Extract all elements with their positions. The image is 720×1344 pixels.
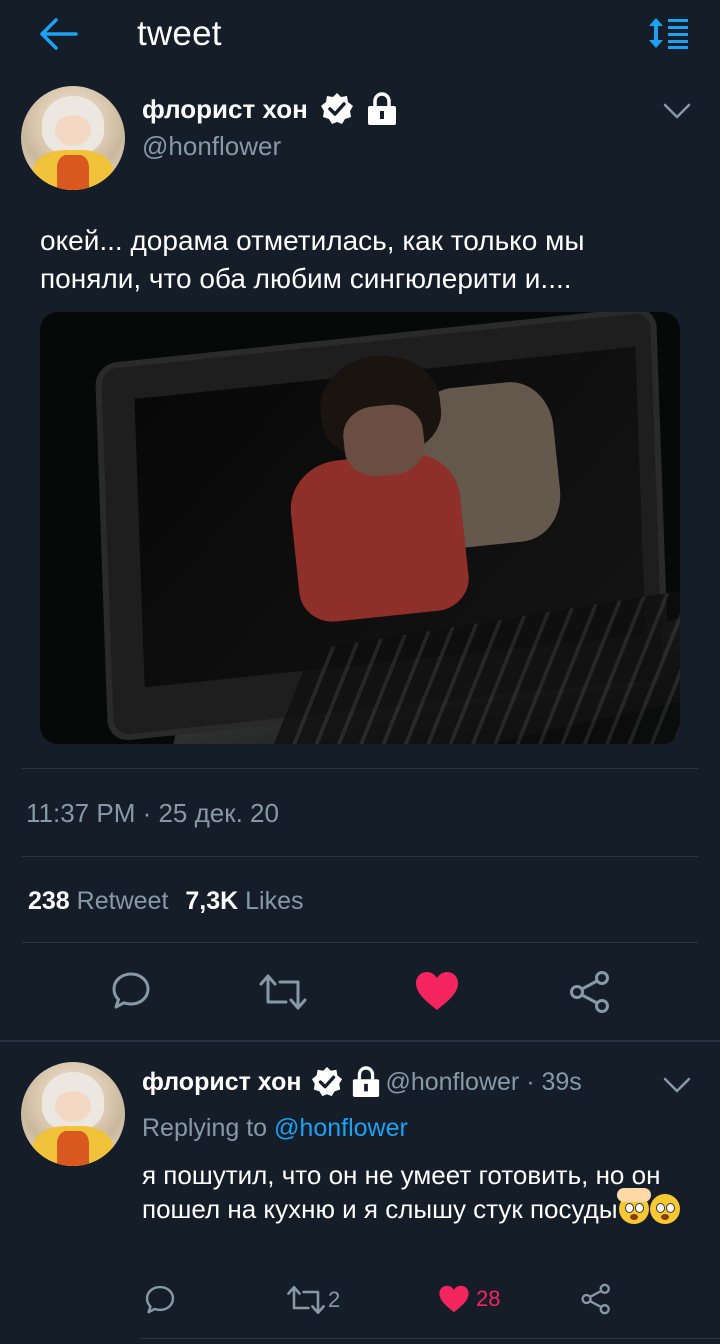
tweet-text: окей... дорама отметилась, как только мы… (40, 225, 585, 294)
replying-prefix: Replying to (142, 1114, 268, 1142)
reply-author-name[interactable]: флорист хон (142, 1066, 301, 1098)
share-icon[interactable] (568, 970, 612, 1014)
tweet-stats: 238 Retweet 7,3K Likes (28, 884, 303, 918)
reply-like-action[interactable]: 28 (438, 1284, 500, 1314)
divider (22, 856, 698, 857)
chevron-down-icon[interactable] (662, 100, 692, 122)
reply-author-row: флорист хон @honflower · 39s (142, 1066, 582, 1098)
tweet-media[interactable] (40, 312, 680, 744)
chevron-down-icon[interactable] (662, 1074, 692, 1096)
likes-label[interactable]: Likes (245, 887, 303, 915)
reply-retweet-count: 2 (328, 1287, 341, 1312)
replying-to: Replying to @honflower (142, 1112, 408, 1144)
heart-icon[interactable] (438, 1284, 470, 1314)
reply-text: я пошутил, что он не умеет готовить, но … (142, 1158, 702, 1226)
retweet-icon[interactable] (286, 1284, 326, 1316)
reply-handle-time[interactable]: @honflower · 39s (385, 1066, 581, 1098)
arrow-left-icon[interactable] (38, 16, 78, 52)
reply-icon[interactable] (144, 1284, 176, 1316)
reply-avatar[interactable] (21, 1062, 125, 1166)
reply-text-body: я пошутил, что он не умеет готовить, но … (142, 1160, 661, 1224)
share-icon[interactable] (580, 1283, 612, 1315)
divider (22, 942, 698, 943)
divider (140, 1338, 720, 1339)
reply-icon[interactable] (110, 970, 152, 1012)
flushed-face-emoji (649, 1194, 680, 1224)
likes-count[interactable]: 7,3K (185, 887, 238, 915)
reply-retweet-action[interactable]: 2 (286, 1284, 340, 1316)
avatar[interactable] (21, 86, 125, 190)
sort-list-icon[interactable] (646, 16, 690, 50)
lock-icon (366, 92, 398, 126)
author-row: флорист хон (142, 92, 398, 126)
divider (22, 768, 698, 769)
replying-handle-link[interactable]: @honflower (274, 1114, 408, 1142)
page-title: tweet (137, 14, 222, 53)
divider (0, 1040, 720, 1042)
heart-icon[interactable] (414, 970, 460, 1012)
reply-like-count: 28 (476, 1286, 501, 1311)
tweet-timestamp: 11:37 PM · 25 дек. 20 (26, 798, 279, 828)
author-name[interactable]: флорист хон (142, 93, 308, 125)
retweet-count[interactable]: 238 (28, 887, 70, 915)
author-handle[interactable]: @honflower (142, 130, 281, 162)
verified-badge-icon (311, 1066, 343, 1098)
lock-icon (351, 1066, 381, 1098)
exploding-head-emoji (616, 1188, 651, 1224)
retweet-label[interactable]: Retweet (77, 887, 169, 915)
retweet-icon[interactable] (258, 972, 308, 1012)
verified-badge-icon (320, 92, 354, 126)
